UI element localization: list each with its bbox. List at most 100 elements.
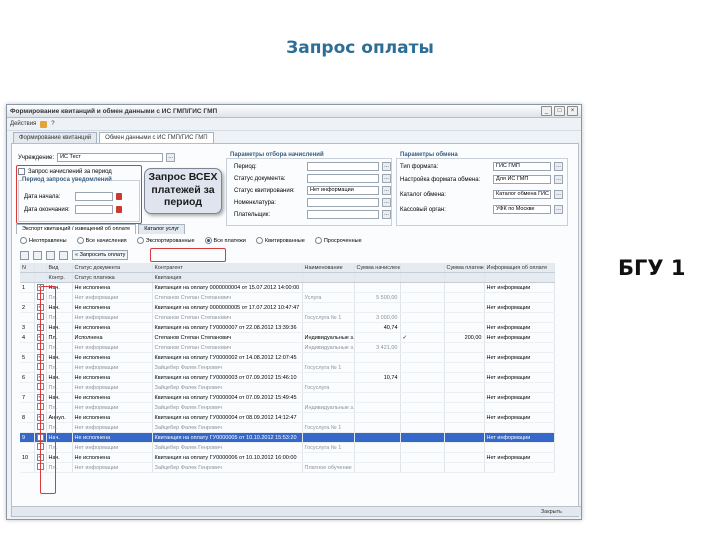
minimize-button[interactable]: _ — [541, 106, 552, 116]
table-cell — [20, 272, 35, 283]
radio-option[interactable]: Просроченные — [314, 237, 362, 244]
radio-option[interactable]: Квитированные — [255, 237, 305, 244]
exchange-select-button[interactable]: … — [554, 175, 563, 184]
filter-select-button[interactable]: … — [382, 174, 391, 183]
filter-input[interactable] — [307, 174, 379, 183]
request-payment-label: Запросить оплату — [79, 252, 126, 258]
table-row[interactable]: 2 ✓ Нач. Не исполнена Квитанция на оплату 00… — [20, 302, 555, 313]
radio-dot — [255, 237, 263, 244]
exchange-select-button[interactable]: … — [554, 162, 563, 171]
highlight-period-box — [16, 165, 142, 224]
filter-input[interactable]: Нет информации — [307, 186, 379, 195]
tab-forming[interactable]: Формирование квитанций — [13, 132, 98, 143]
filter-select-button[interactable]: … — [382, 210, 391, 219]
filter-select-button[interactable]: … — [382, 186, 391, 195]
radio-dot — [20, 237, 27, 244]
request-payment-button[interactable]: « Запросить оплату — [72, 250, 129, 260]
check-all-icon[interactable] — [33, 250, 42, 260]
uncheck-all-icon[interactable] — [46, 250, 55, 260]
table-cell — [444, 452, 485, 463]
table-row[interactable]: 3 ✓ Нач. Не исполнена Квитанция на оплату ГУ… — [20, 322, 555, 333]
help-button[interactable]: ? — [51, 121, 54, 127]
filter-input[interactable] — [307, 162, 379, 171]
exchange-input[interactable]: УФК по Москве — [493, 205, 551, 214]
table-cell — [354, 412, 401, 423]
org-input[interactable]: ИС Тест — [57, 153, 164, 162]
table-cell — [354, 352, 401, 363]
table-row[interactable]: Пл. Нет информации Степанов Степан Степано… — [20, 292, 555, 303]
table-cell: Степанов Степан Степанович — [152, 292, 303, 303]
table-cell: Квитанция на оплату ГУ0000004 от 07.09.2… — [152, 392, 303, 403]
table-row[interactable]: Пл. Нет информации Зайцебер Фалек Генрович… — [20, 442, 555, 453]
filter-row: Период: … — [234, 162, 391, 171]
exchange-input[interactable]: ГИС ГМП — [493, 162, 551, 171]
filter-row: Плательщик: … — [234, 210, 391, 219]
org-label: Учреждение: — [18, 154, 55, 161]
table-header-row[interactable]: Контр. Статус платежа Квитанция — [20, 272, 555, 283]
table-row[interactable]: 8 ✓ Аннул. Не исполнена Квитанция на оплату … — [20, 412, 555, 423]
maximize-button[interactable]: □ — [554, 106, 565, 116]
filter-select-button[interactable]: … — [382, 162, 391, 171]
filter-input[interactable] — [307, 198, 379, 207]
close-window-button[interactable]: × — [567, 106, 578, 116]
tab-export-receipts[interactable]: Экспорт квитанций / извещений об оплате — [16, 224, 137, 234]
exchange-label: Каталог обмена: — [400, 191, 446, 198]
refresh-icon[interactable] — [20, 250, 29, 260]
filter-label: Статус квитирования: — [234, 187, 295, 194]
table-cell — [354, 452, 401, 463]
table-row[interactable]: Пл. Нет информации Зайцебер Фалек Генрович… — [20, 362, 555, 373]
table-row[interactable]: 4 ✓ Пл. Исполнена Степанов Степан Степанович… — [20, 332, 555, 343]
table-row[interactable]: Пл. Нет информации Зайцебер Фалек Генрович… — [20, 422, 555, 433]
table-cell: Зайцебер Фалек Генрович — [152, 422, 303, 433]
table-row[interactable]: 1 ✓ Нач. Не исполнена Квитанция на оплату 00… — [20, 282, 555, 293]
table-cell: Зайцебер Фалек Генрович — [152, 382, 303, 393]
table-cell: Нет информации — [72, 462, 153, 473]
settings-icon[interactable] — [59, 250, 68, 260]
actions-menu[interactable]: Действия — [10, 121, 36, 127]
table-row[interactable]: Пл. Нет информации Степанов Степан Степано… — [20, 312, 555, 323]
filter-select-button[interactable]: … — [382, 198, 391, 207]
refresh-icon[interactable] — [40, 120, 48, 128]
table-cell — [484, 272, 555, 283]
table-cell: Нет информации — [72, 442, 153, 453]
table-row[interactable]: 7 ✓ Нач. Не исполнена Квитанция на оплату ГУ… — [20, 392, 555, 403]
table-cell — [484, 362, 555, 373]
table-cell: Статус платежа — [72, 272, 153, 283]
table-row[interactable]: 5 ✓ Нач. Не исполнена Квитанция на оплату ГУ… — [20, 352, 555, 363]
table-row[interactable]: 10 ✓ Нач. Не исполнена Квитанция на оплату Г… — [20, 452, 555, 463]
table-cell — [444, 312, 485, 323]
table-cell: Госуслуга — [302, 382, 355, 393]
table-cell: N — [20, 263, 35, 273]
table-cell: Нет информации — [484, 432, 555, 443]
radio-option[interactable]: Все начисления — [76, 237, 127, 244]
filter-input[interactable] — [307, 210, 379, 219]
table-cell — [302, 272, 355, 283]
org-select-button[interactable]: … — [166, 153, 176, 162]
table-cell — [34, 272, 47, 283]
exchange-select-button[interactable]: … — [554, 190, 563, 199]
radio-option[interactable]: Экспортированные — [136, 237, 195, 244]
exchange-group-title: Параметры обмена — [400, 152, 458, 158]
table-cell: 10 — [20, 452, 35, 463]
exchange-input[interactable]: Каталог обмена ГИС — [493, 190, 551, 199]
radio-option[interactable]: Неотправлены — [20, 237, 67, 244]
tab-service-catalog[interactable]: Каталог услуг — [138, 224, 186, 234]
exchange-label: Кассовый орган: — [400, 206, 446, 213]
table-cell — [20, 442, 35, 453]
table-row[interactable]: Пл. Нет информации Зайцебер Фалек Генрович… — [20, 462, 555, 473]
table-row[interactable]: Пл. Нет информации Степанов Степан Степано… — [20, 342, 555, 353]
table-cell: 1 — [20, 282, 35, 293]
tab-exchange[interactable]: Обмен данными с ИС ГМП/ГИС ГМП — [99, 132, 214, 143]
table-row[interactable]: Пл. Нет информации Зайцебер Фалек Генрович… — [20, 382, 555, 393]
radio-option[interactable]: Все платежи — [204, 237, 246, 244]
table-cell — [444, 402, 485, 413]
close-button[interactable]: Закрыть — [541, 509, 562, 515]
table-row[interactable]: 6 ✓ Нач. Не исполнена Квитанция на оплату ГУ… — [20, 372, 555, 383]
exchange-select-button[interactable]: … — [554, 205, 563, 214]
table-cell: 6 — [20, 372, 35, 383]
table-row[interactable]: Пл. Нет информации Зайцебер Фалек Генрович… — [20, 402, 555, 413]
filter-row: Статус квитирования: Нет информации … — [234, 186, 391, 195]
table-header-row[interactable]: N Вид Статус документа Контрагент Наименован… — [20, 263, 555, 273]
table-row[interactable]: 9 ✓ Нач. Не исполнена Квитанция на оплату ГУ… — [20, 432, 555, 443]
exchange-input[interactable]: Для ИС ГМП — [493, 175, 551, 184]
